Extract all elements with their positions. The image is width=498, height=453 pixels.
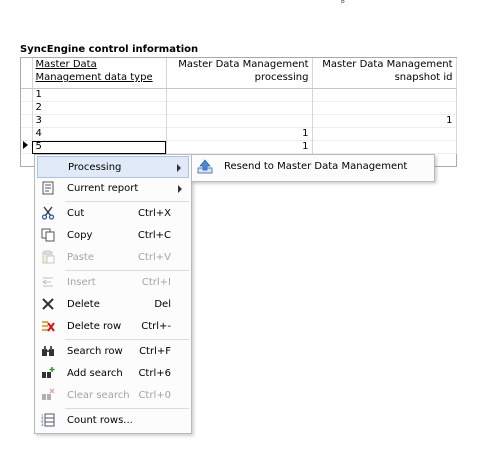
table-cell[interactable] — [166, 88, 313, 102]
submenu-arrow-icon — [177, 164, 181, 172]
menu-item-processing[interactable]: Processing — [37, 156, 189, 178]
menu-separator — [65, 408, 189, 409]
menu-item-label: Count rows... — [67, 415, 133, 426]
context-menu: Processing Current report Cut Ctrl+X Cop… — [34, 154, 192, 434]
table-row[interactable]: 1 — [21, 88, 457, 102]
current-row-arrow-icon — [23, 141, 28, 149]
menu-item-label: Insert — [67, 277, 96, 288]
menu-item-label: Copy — [67, 230, 93, 241]
current-row-indicator[interactable] — [21, 140, 33, 154]
menu-item-add-search[interactable]: Add search Ctrl+6 — [37, 363, 189, 385]
menu-item-shortcut: Ctrl+- — [141, 321, 171, 332]
svg-text:3: 3 — [41, 422, 44, 427]
column-header-processing[interactable]: Master Data Management processing — [166, 58, 313, 89]
table-cell[interactable]: 4 — [32, 127, 167, 141]
menu-item-copy[interactable]: Copy Ctrl+C — [37, 225, 189, 247]
table-row[interactable]: 2 — [21, 101, 457, 115]
menu-item-label: Search row — [67, 346, 123, 357]
table-cell[interactable]: 3 — [32, 114, 167, 128]
table-row[interactable]: 5 1 — [21, 140, 457, 154]
row-indicator[interactable] — [21, 127, 33, 141]
menu-item-shortcut: Ctrl+F — [139, 346, 171, 357]
menu-item-shortcut: Ctrl+C — [137, 230, 171, 241]
table-cell[interactable]: 2 — [32, 101, 167, 115]
clear-search-icon — [40, 388, 56, 404]
menu-item-cut[interactable]: Cut Ctrl+X — [37, 203, 189, 225]
column-header-data-type[interactable]: Master Data Management data type — [32, 58, 167, 89]
menu-item-label: Processing — [68, 162, 122, 173]
menu-item-delete-row[interactable]: Delete row Ctrl+- — [37, 316, 189, 338]
table-cell[interactable]: 1 — [166, 127, 313, 141]
menu-item-delete[interactable]: Delete Del — [37, 294, 189, 316]
data-grid[interactable]: Master Data Management data type Master … — [20, 57, 457, 167]
row-indicator[interactable] — [21, 88, 33, 102]
table-cell[interactable] — [312, 101, 457, 115]
menu-item-label: Current report — [67, 183, 139, 194]
menu-item-paste[interactable]: Paste Ctrl+V — [37, 247, 189, 269]
table-cell[interactable] — [312, 127, 457, 141]
table-cell[interactable] — [166, 101, 313, 115]
menu-item-shortcut: Del — [154, 299, 171, 310]
menu-item-label: Resend to Master Data Management — [224, 161, 408, 172]
add-search-icon — [40, 366, 56, 382]
delete-icon — [40, 297, 56, 313]
scissors-icon — [40, 206, 56, 222]
table-cell[interactable]: 1 — [166, 140, 313, 154]
menu-item-shortcut: Ctrl+V — [137, 252, 171, 263]
table-cell[interactable] — [312, 140, 457, 154]
menu-item-shortcut: Ctrl+0 — [138, 390, 171, 401]
menu-separator — [65, 201, 189, 202]
menu-item-shortcut: Ctrl+6 — [138, 368, 171, 379]
row-indicator[interactable] — [21, 101, 33, 115]
delete-row-icon — [40, 319, 56, 335]
grid-header-row: Master Data Management data type Master … — [21, 58, 457, 89]
corner-mark: ° — [340, 0, 346, 11]
table-cell[interactable]: 1 — [312, 114, 457, 128]
submenu-arrow-icon — [178, 185, 182, 193]
table-cell[interactable]: 1 — [32, 88, 167, 102]
menu-item-shortcut: Ctrl+I — [141, 277, 171, 288]
row-indicator-header — [21, 58, 33, 89]
paste-icon — [40, 250, 56, 266]
table-cell-focused[interactable]: 5 — [32, 140, 167, 154]
menu-item-search-row[interactable]: Search row Ctrl+F — [37, 341, 189, 363]
table-cell[interactable] — [312, 88, 457, 102]
menu-item-current-report[interactable]: Current report — [37, 178, 189, 200]
menu-item-label: Add search — [67, 368, 123, 379]
menu-item-insert[interactable]: Insert Ctrl+I — [37, 272, 189, 294]
count-rows-icon: 123 — [40, 413, 56, 429]
menu-item-clear-search[interactable]: Clear search Ctrl+0 — [37, 385, 189, 407]
resend-icon — [197, 159, 213, 175]
processing-submenu: Resend to Master Data Management — [191, 154, 435, 182]
menu-item-count-rows[interactable]: 123 Count rows... — [37, 410, 189, 432]
menu-separator — [65, 339, 189, 340]
menu-item-label: Paste — [67, 252, 94, 263]
menu-item-resend-to-mdm[interactable]: Resend to Master Data Management — [194, 156, 432, 178]
menu-item-shortcut: Ctrl+X — [137, 208, 171, 219]
menu-item-label: Clear search — [67, 390, 130, 401]
row-indicator[interactable] — [21, 114, 33, 128]
table-row[interactable]: 4 1 — [21, 127, 457, 141]
insert-icon — [40, 275, 56, 291]
table-cell[interactable] — [166, 114, 313, 128]
copy-icon — [40, 228, 56, 244]
binoculars-icon — [40, 344, 56, 360]
menu-separator — [65, 270, 189, 271]
column-header-snapshot-id[interactable]: Master Data Management snapshot id — [312, 58, 457, 89]
menu-item-label: Delete — [67, 299, 100, 310]
table-row[interactable]: 3 1 — [21, 114, 457, 128]
menu-item-label: Cut — [67, 208, 85, 219]
menu-item-label: Delete row — [67, 321, 122, 332]
report-icon — [40, 181, 56, 197]
section-title: SyncEngine control information — [20, 44, 199, 55]
